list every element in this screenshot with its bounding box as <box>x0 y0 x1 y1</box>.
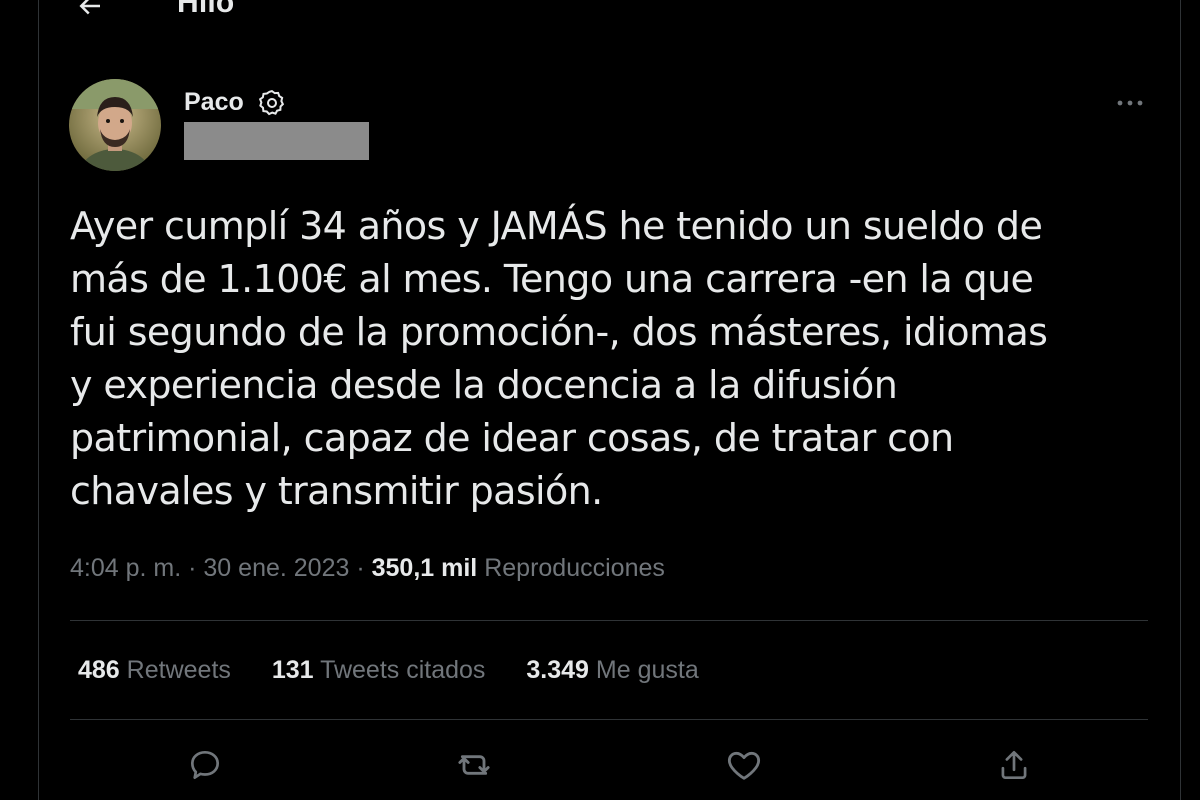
quote-tweets-label: Tweets citados <box>320 656 486 684</box>
likes-stat[interactable]: 3.349 Me gusta <box>526 656 698 685</box>
column-border-left <box>38 0 39 800</box>
retweet-icon <box>458 755 490 775</box>
tweet-thread-page: Hilo Paco Ayer cumplí 34 años y JAMÁS he… <box>0 0 1200 800</box>
like-heart-icon <box>727 751 761 780</box>
more-options-button[interactable] <box>1110 90 1150 116</box>
retweets-label: Retweets <box>126 656 231 684</box>
share-icon <box>1001 750 1027 780</box>
tweet-actions <box>0 740 1200 790</box>
share-button[interactable] <box>989 740 1039 790</box>
meta-separator: · <box>356 554 365 582</box>
likes-label: Me gusta <box>595 656 699 684</box>
verified-badge-icon[interactable] <box>257 88 287 118</box>
tweet-stats: 486 Retweets 131 Tweets citados 3.349 Me… <box>78 656 733 685</box>
avatar[interactable] <box>69 79 161 171</box>
page-title: Hilo <box>177 0 235 19</box>
tweet-meta: 4:04 p. m. · 30 ene. 2023 · 350,1 mil Re… <box>70 554 665 583</box>
divider <box>70 719 1148 720</box>
like-button[interactable] <box>719 740 769 790</box>
reply-button[interactable] <box>180 740 230 790</box>
views-label[interactable]: Reproducciones <box>484 554 665 582</box>
retweets-stat[interactable]: 486 Retweets <box>78 656 231 685</box>
author-name[interactable]: Paco <box>184 88 244 117</box>
meta-separator: · <box>188 554 197 582</box>
quote-tweets-count: 131 <box>271 656 314 684</box>
redacted-handle <box>184 122 369 160</box>
back-button[interactable] <box>70 0 110 26</box>
arrow-left-icon <box>79 0 100 15</box>
tweet-time[interactable]: 4:04 p. m. <box>70 554 181 582</box>
tweet-text: Ayer cumplí 34 años y JAMÁS he tenido un… <box>70 204 1048 513</box>
avatar-image <box>69 79 161 171</box>
quote-tweets-stat[interactable]: 131 Tweets citados <box>272 656 486 685</box>
views-count[interactable]: 350,1 mil <box>372 554 478 582</box>
divider <box>70 620 1148 621</box>
retweets-count: 486 <box>78 656 120 684</box>
column-border-right <box>1180 0 1181 800</box>
tweet-date[interactable]: 30 ene. 2023 <box>203 554 349 582</box>
retweet-button[interactable] <box>449 740 499 790</box>
reply-icon <box>190 750 220 780</box>
more-dots-icon <box>1117 100 1143 106</box>
likes-count: 3.349 <box>526 656 589 684</box>
